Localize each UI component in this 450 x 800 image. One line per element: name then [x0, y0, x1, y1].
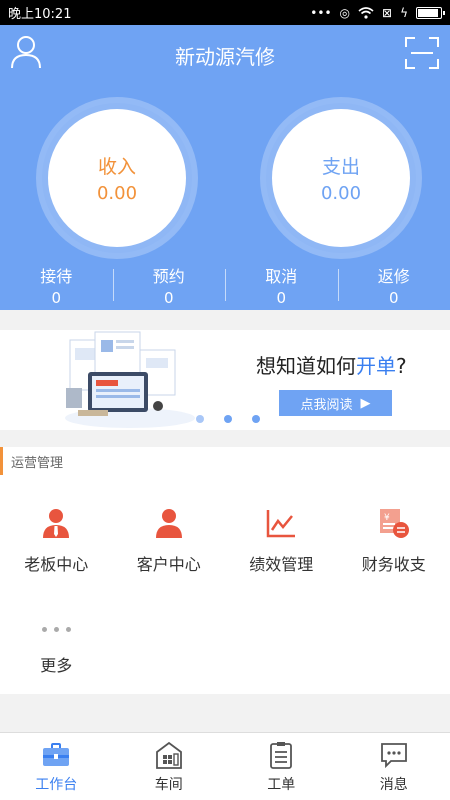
section-title: 运营管理 — [0, 447, 450, 475]
stat-label: 返修 — [377, 267, 410, 286]
boss-icon — [43, 509, 70, 538]
bottom-tab-bar: 工作台 车间 工单 消息 — [0, 732, 450, 800]
stat-appointment[interactable]: 预约 0 — [112, 263, 226, 307]
finance-icon: ¥ — [379, 509, 409, 538]
news-illustration-icon — [65, 331, 195, 428]
op-label: 财务收支 — [361, 555, 426, 574]
more-dots-icon — [41, 627, 71, 632]
workshop-icon — [155, 741, 182, 769]
status-icons: ••• ◎ ⊠ ϟ — [310, 5, 445, 20]
op-performance[interactable]: 绩效管理 — [225, 507, 338, 575]
expense-value: 0.00 — [320, 183, 362, 204]
op-label: 客户中心 — [136, 555, 201, 574]
income-value: 0.00 — [96, 183, 138, 204]
banner-headline-highlight: 开单 — [356, 354, 396, 378]
message-icon — [380, 742, 407, 768]
operations-grid: 老板中心 客户中心 绩效管理 ¥ 财务收支 — [0, 507, 450, 575]
stat-label: 预约 — [152, 267, 185, 286]
tab-messages[interactable]: 消息 — [338, 733, 450, 800]
stat-value: 0 — [51, 289, 62, 307]
battery-icon — [416, 6, 445, 19]
tab-workbench[interactable]: 工作台 — [0, 733, 113, 800]
operations-section: 运营管理 老板中心 客户中心 绩效管理 ¥ 财务收支 更多 — [0, 447, 450, 694]
read-more-label: 点我阅读 — [300, 397, 353, 413]
op-label: 老板中心 — [24, 555, 89, 574]
scan-icon[interactable] — [405, 37, 439, 69]
read-more-button[interactable]: 点我阅读 ▶ — [279, 390, 392, 416]
tab-workshop[interactable]: 车间 — [113, 733, 226, 800]
svg-text:¥: ¥ — [384, 513, 390, 523]
income-label: 收入 — [97, 156, 136, 178]
tab-label: 工单 — [267, 776, 296, 793]
status-bar: 晚上10:21 ••• ◎ ⊠ ϟ — [0, 0, 450, 25]
banner-headline-text: 想知道如何 — [256, 354, 356, 378]
alarm-icon: ◎ — [339, 5, 351, 20]
stat-label: 接待 — [40, 267, 73, 286]
op-more[interactable]: 更多 — [0, 617, 113, 676]
status-time: 晚上10:21 — [8, 7, 72, 22]
tab-label: 消息 — [379, 776, 408, 793]
expense-circle[interactable]: 支出 0.00 — [266, 103, 416, 253]
expense-label: 支出 — [321, 156, 360, 178]
work-order-icon — [270, 741, 293, 769]
performance-chart-icon — [267, 510, 296, 538]
tab-label: 工作台 — [35, 776, 78, 793]
op-customer-center[interactable]: 客户中心 — [113, 507, 226, 575]
dashboard-header: 新动源汽修 收入 0.00 支出 0.00 接待 0 预约 0 取消 0 返修 … — [0, 25, 450, 310]
customer-icon — [155, 509, 182, 538]
stat-reception[interactable]: 接待 0 — [0, 263, 113, 307]
stat-rework[interactable]: 返修 0 — [337, 263, 450, 307]
no-sim-icon: ⊠ — [382, 5, 393, 20]
carousel-dot-3[interactable] — [252, 415, 260, 423]
carousel-dot-1[interactable] — [196, 415, 204, 423]
stat-value: 0 — [276, 289, 287, 307]
wifi-icon — [358, 6, 374, 19]
carousel-dots — [196, 415, 260, 423]
stat-cancel[interactable]: 取消 0 — [225, 263, 338, 307]
play-triangle-icon: ▶ — [360, 395, 371, 411]
banner-headline-end: ? — [396, 354, 407, 378]
carousel-dot-2[interactable] — [224, 415, 232, 423]
stat-label: 取消 — [265, 267, 298, 286]
income-circle[interactable]: 收入 0.00 — [42, 103, 192, 253]
stat-value: 0 — [388, 289, 399, 307]
stats-row: 接待 0 预约 0 取消 0 返修 0 — [0, 263, 450, 307]
tab-work-order[interactable]: 工单 — [225, 733, 338, 800]
app-title: 新动源汽修 — [175, 45, 275, 69]
stat-value: 0 — [163, 289, 174, 307]
charging-icon: ϟ — [400, 5, 408, 20]
promo-banner[interactable]: 想知道如何开单? 点我阅读 ▶ — [0, 330, 450, 430]
op-boss-center[interactable]: 老板中心 — [0, 507, 113, 575]
workbench-icon — [43, 742, 70, 766]
op-finance[interactable]: ¥ 财务收支 — [338, 507, 450, 575]
more-label: 更多 — [40, 656, 73, 675]
op-label: 绩效管理 — [249, 555, 314, 574]
banner-headline: 想知道如何开单? — [256, 350, 407, 379]
tab-label: 车间 — [154, 776, 183, 793]
signal-dots-icon: ••• — [310, 5, 332, 20]
